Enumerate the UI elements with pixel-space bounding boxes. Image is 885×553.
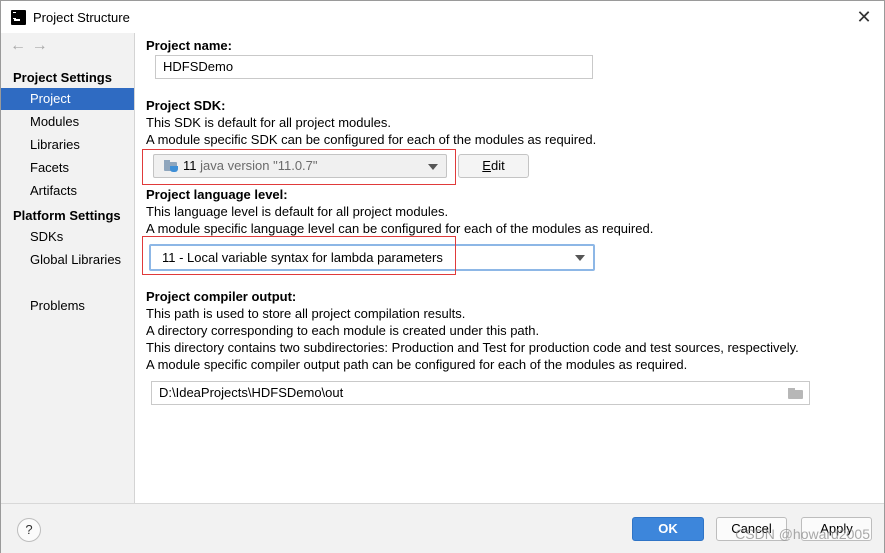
language-level-value: 11 - Local variable syntax for lambda pa… (162, 250, 443, 265)
language-level-dropdown[interactable]: 11 - Local variable syntax for lambda pa… (149, 244, 595, 271)
forward-arrow-icon[interactable]: → (32, 36, 50, 56)
edit-mnemonic: E (482, 158, 491, 173)
sidebar-item-problems[interactable]: Problems (1, 295, 134, 317)
project-sdk-label: Project SDK: (146, 98, 226, 113)
back-arrow-icon[interactable]: ← (10, 36, 28, 56)
sdk-detail: java version "11.0.7" (200, 158, 318, 173)
sidebar-item-artifacts[interactable]: Artifacts (1, 180, 134, 202)
sidebar-item-global-libraries[interactable]: Global Libraries (1, 249, 134, 271)
close-icon[interactable]: ✕ (854, 7, 874, 27)
help-icon[interactable]: ? (17, 518, 41, 542)
dialog-footer: ? OK Cancel Apply (1, 503, 884, 553)
nav-arrows: ← → (10, 36, 50, 56)
sidebar: ← → Project Settings Project Modules Lib… (1, 33, 135, 503)
project-settings-panel: Project name: HDFSDemo Project SDK: This… (136, 33, 884, 503)
compiler-output-desc-1: This path is used to store all project c… (146, 306, 466, 321)
language-level-label: Project language level: (146, 187, 288, 202)
compiler-output-path: D:\IdeaProjects\HDFSDemo\out (159, 385, 344, 400)
intellij-icon (11, 10, 26, 25)
compiler-output-label: Project compiler output: (146, 289, 297, 304)
compiler-output-desc-2: A directory corresponding to each module… (146, 323, 540, 338)
platform-settings-header: Platform Settings (13, 208, 121, 223)
window-title: Project Structure (33, 10, 130, 25)
project-name-label: Project name: (146, 38, 232, 53)
sidebar-item-modules[interactable]: Modules (1, 111, 134, 133)
compiler-output-path-input[interactable]: D:\IdeaProjects\HDFSDemo\out (151, 381, 810, 405)
project-sdk-desc-2: A module specific SDK can be configured … (146, 132, 597, 147)
project-structure-dialog: Project Structure ✕ ← → Project Settings… (0, 0, 885, 553)
chevron-down-icon (575, 255, 585, 261)
chevron-down-icon (428, 164, 438, 170)
language-level-desc-2: A module specific language level can be … (146, 221, 654, 236)
apply-button[interactable]: Apply (801, 517, 872, 541)
project-name-input[interactable]: HDFSDemo (155, 55, 593, 79)
folder-icon[interactable] (788, 388, 803, 399)
sidebar-item-sdks[interactable]: SDKs (1, 226, 134, 248)
cancel-button[interactable]: Cancel (716, 517, 787, 541)
compiler-output-desc-4: A module specific compiler output path c… (146, 357, 688, 372)
sidebar-item-project[interactable]: Project (1, 88, 134, 110)
project-settings-header: Project Settings (13, 70, 112, 85)
sidebar-item-libraries[interactable]: Libraries (1, 134, 134, 156)
compiler-output-desc-3: This directory contains two subdirectori… (146, 340, 799, 355)
edit-label-rest: dit (490, 158, 505, 173)
project-sdk-desc-1: This SDK is default for all project modu… (146, 115, 391, 130)
language-level-desc-1: This language level is default for all p… (146, 204, 449, 219)
ok-button[interactable]: OK (632, 517, 704, 541)
title-bar: Project Structure ✕ (1, 1, 884, 33)
jdk-folder-icon (164, 159, 179, 172)
edit-sdk-button[interactable]: Edit (458, 154, 529, 178)
project-sdk-dropdown[interactable]: 11 java version "11.0.7" (153, 154, 447, 178)
sidebar-item-facets[interactable]: Facets (1, 157, 134, 179)
sdk-version: 11 (183, 158, 197, 173)
